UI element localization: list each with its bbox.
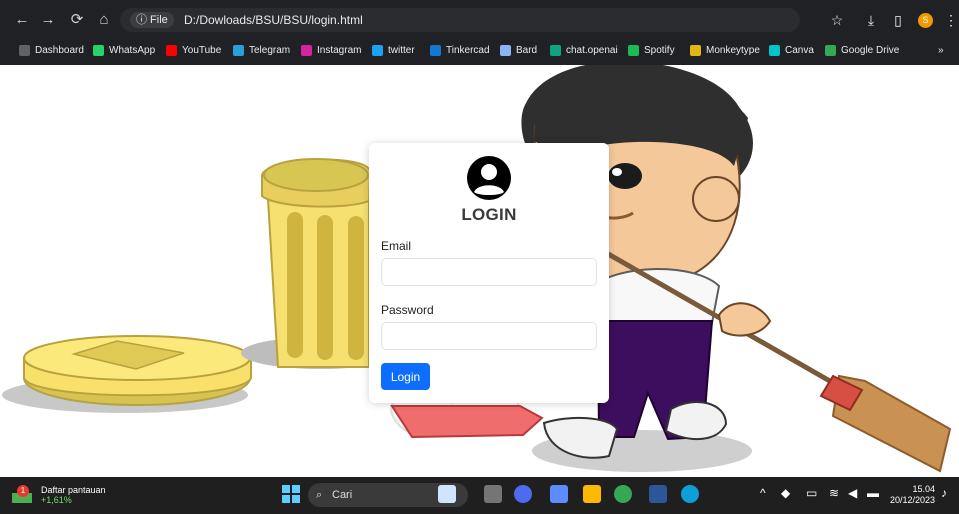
watchlist-title: Daftar pantauan bbox=[41, 485, 106, 495]
browser-chrome: ← → ⟳ ⌂ ⓘ File D:/Dowloads/BSU/BSU/login… bbox=[0, 0, 959, 65]
notification-badge: 1 bbox=[17, 485, 29, 497]
navigation-row: ← → ⟳ ⌂ ⓘ File D:/Dowloads/BSU/BSU/login… bbox=[0, 6, 959, 34]
bookmark-label: Monkeytype bbox=[706, 44, 760, 56]
email-field[interactable] bbox=[381, 258, 597, 286]
search-placeholder: Cari bbox=[332, 489, 353, 501]
word-icon[interactable] bbox=[649, 485, 667, 503]
bard-icon bbox=[500, 44, 511, 56]
system-clock[interactable]: 15.04 20/12/2023 bbox=[890, 484, 935, 506]
notification-bell-icon[interactable]: ♪ bbox=[941, 486, 947, 500]
bookmark-spotify[interactable]: Spotify bbox=[628, 42, 675, 58]
login-title: LOGIN bbox=[461, 205, 517, 224]
twitter-icon bbox=[372, 44, 383, 56]
password-label: Password bbox=[381, 303, 434, 317]
bookmark-label: Bard bbox=[516, 44, 538, 56]
instagram-icon bbox=[301, 44, 312, 56]
app-tray-icon[interactable]: ◆ bbox=[781, 486, 790, 500]
bookmark-google-drive[interactable]: Google Drive bbox=[825, 42, 899, 58]
youtube-icon bbox=[166, 44, 177, 56]
bookmark-label: Instagram bbox=[317, 44, 362, 56]
bookmark-youtube[interactable]: YouTube bbox=[166, 42, 221, 58]
teams-chat-icon[interactable] bbox=[514, 485, 532, 503]
file-explorer-icon[interactable] bbox=[583, 485, 601, 503]
chat-openai-icon bbox=[550, 44, 561, 56]
widgets-icon[interactable] bbox=[484, 485, 502, 503]
side-panel-icon[interactable]: ▯ bbox=[888, 10, 908, 30]
bookmark-bard[interactable]: Bard bbox=[500, 42, 537, 58]
clock-time: 15.04 bbox=[912, 484, 936, 494]
bookmark-label: Spotify bbox=[644, 44, 675, 56]
stock-chart-icon: 1 bbox=[12, 485, 36, 505]
login-card: LOGIN Email Password Login bbox=[369, 143, 609, 403]
bookmark-label: WhatsApp bbox=[109, 44, 156, 56]
download-icon[interactable]: ⤓ bbox=[861, 10, 881, 30]
forward-icon[interactable]: → bbox=[38, 10, 58, 30]
bookmarks-overflow-icon[interactable]: » bbox=[938, 42, 944, 58]
bookmark-label: Google Drive bbox=[841, 44, 900, 56]
search-icon: ⌕ bbox=[316, 489, 323, 501]
bookmark-canva[interactable]: Canva bbox=[769, 42, 814, 58]
tray-overflow-icon[interactable]: ^ bbox=[760, 486, 766, 500]
email-label: Email bbox=[381, 239, 412, 253]
watchlist-change: +1,61% bbox=[41, 495, 72, 505]
whatsapp-icon bbox=[93, 44, 104, 56]
monkeytype-icon bbox=[690, 44, 701, 56]
login-button[interactable]: Login bbox=[381, 363, 430, 390]
battery-icon[interactable]: ▭ bbox=[806, 486, 817, 500]
profile-avatar[interactable]: S bbox=[918, 13, 933, 28]
telegram-icon bbox=[233, 44, 244, 56]
bookmark-label: Dashboard bbox=[35, 44, 84, 56]
windows-taskbar: 1 Daftar pantauan +1,61% ⌕ Cari ^ ◆ ▭ ≋ … bbox=[0, 477, 959, 514]
power-icon[interactable]: ▬ bbox=[867, 486, 879, 500]
chrome-icon[interactable] bbox=[614, 485, 632, 503]
canva-icon bbox=[769, 44, 780, 56]
bookmark-chat-openai[interactable]: chat.openai bbox=[550, 42, 618, 58]
dashboard-icon bbox=[19, 44, 30, 56]
bookmark-twitter[interactable]: twitter bbox=[372, 42, 415, 58]
bookmark-label: YouTube bbox=[182, 44, 222, 56]
watchlist-widget[interactable]: 1 Daftar pantauan +1,61% bbox=[12, 485, 106, 505]
tinkercad-icon bbox=[430, 44, 441, 56]
file-info-chip[interactable]: ⓘ File bbox=[130, 12, 174, 28]
windows-start-icon[interactable] bbox=[282, 485, 300, 503]
bookmark-label: Tinkercad bbox=[446, 44, 490, 56]
volume-icon[interactable]: ◀ bbox=[848, 486, 857, 500]
bookmark-tinkercad[interactable]: Tinkercad bbox=[430, 42, 490, 58]
bookmark-monkeytype[interactable]: Monkeytype bbox=[690, 42, 760, 58]
bookmark-star-icon[interactable]: ☆ bbox=[827, 10, 847, 30]
bookmark-label: Canva bbox=[785, 44, 814, 56]
bookmark-dashboard[interactable]: Dashboard bbox=[19, 42, 84, 58]
bookmark-whatsapp[interactable]: WhatsApp bbox=[93, 42, 155, 58]
password-field[interactable] bbox=[381, 322, 597, 350]
home-icon[interactable]: ⌂ bbox=[94, 10, 114, 30]
clock-date: 20/12/2023 bbox=[890, 495, 936, 505]
bookmark-instagram[interactable]: Instagram bbox=[301, 42, 361, 58]
google-drive-icon bbox=[825, 44, 836, 56]
back-icon[interactable]: ← bbox=[12, 10, 32, 30]
bookmark-label: chat.openai bbox=[566, 44, 618, 56]
bookmark-label: twitter bbox=[388, 44, 415, 56]
bookmark-telegram[interactable]: Telegram bbox=[233, 42, 290, 58]
address-url[interactable]: D:/Dowloads/BSU/BSU/login.html bbox=[184, 13, 363, 27]
menu-icon[interactable]: ⋮ bbox=[941, 10, 959, 30]
bookmarks-bar: Dashboard WhatsApp YouTube Telegram Inst… bbox=[0, 40, 959, 60]
bookmark-label: Telegram bbox=[249, 44, 291, 56]
task-view-icon[interactable] bbox=[438, 485, 456, 503]
reload-icon[interactable]: ⟳ bbox=[67, 10, 87, 30]
spotify-icon bbox=[628, 44, 639, 56]
wifi-icon[interactable]: ≋ bbox=[829, 486, 839, 500]
edge-icon[interactable] bbox=[681, 485, 699, 503]
user-avatar-icon bbox=[467, 156, 511, 200]
address-bar[interactable]: ⓘ File D:/Dowloads/BSU/BSU/login.html bbox=[120, 8, 800, 32]
store-icon[interactable] bbox=[550, 485, 568, 503]
page-viewport: LOGIN Email Password Login bbox=[0, 65, 959, 477]
